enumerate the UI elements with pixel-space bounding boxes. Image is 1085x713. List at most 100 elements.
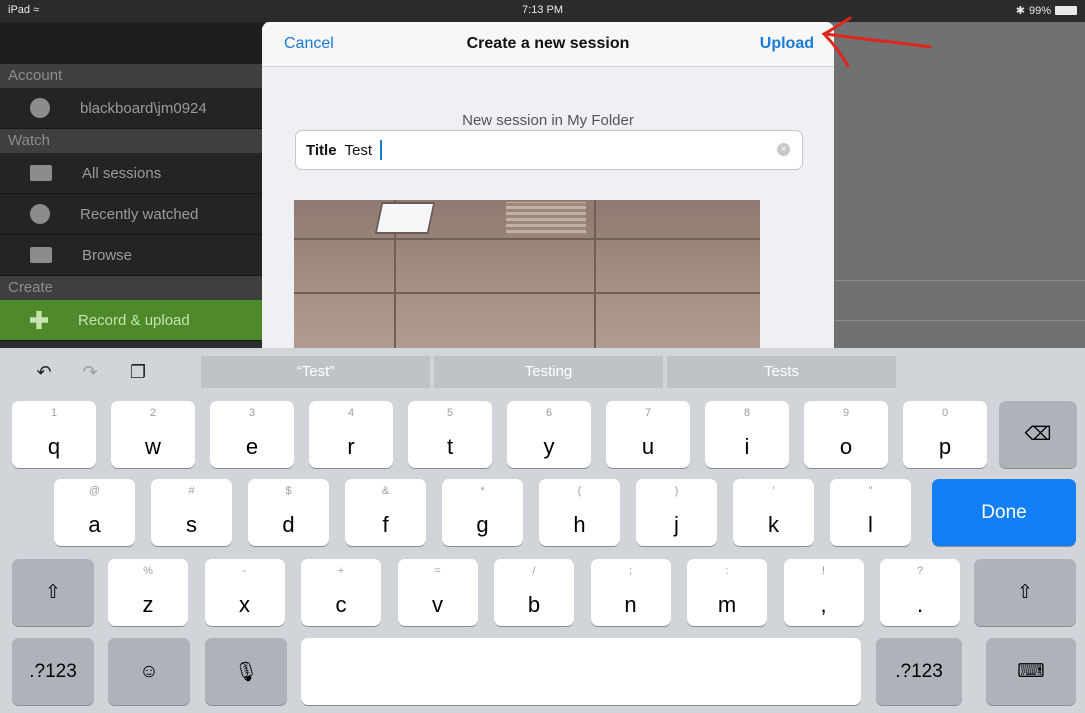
ceiling-vent [506,202,586,236]
key-d[interactable]: $ d [248,479,329,546]
divider [835,320,1085,321]
key-c[interactable]: + c [301,559,381,626]
paste-icon[interactable]: ❐ [128,362,148,382]
key-char: f [382,512,389,537]
sidebar-item-label: Recently watched [80,205,199,223]
key-i[interactable]: 8i [705,401,789,468]
key-char: n [624,592,637,617]
shift-key-right[interactable]: ⇧ [974,559,1076,626]
key-char: w [145,434,161,459]
modal-subtitle: New session in My Folder [462,112,634,129]
key-q[interactable]: 1q [12,401,96,468]
clock-icon [30,204,50,224]
key-a[interactable]: @ a [54,479,135,546]
key-alt-char: ; [628,565,633,577]
user-icon [30,98,50,118]
sidebar-item-account[interactable]: blackboard\jm0924 [0,88,265,129]
suggestion-3[interactable]: Tests [667,356,896,388]
emoji-key[interactable]: ☺ [108,638,190,705]
key-char: k [768,512,779,537]
key-e[interactable]: 3e [210,401,294,468]
battery-icon [1055,6,1077,15]
key-h[interactable]: (h [539,479,620,546]
key-z[interactable]: % z [108,559,188,626]
key-alt-char: 2 [149,407,157,419]
key-char: c [335,592,347,617]
sidebar-item-label: All sessions [82,164,162,182]
done-key[interactable]: Done [932,479,1076,546]
key-alt-char: = [434,565,441,577]
sidebar-header-account: Account [0,64,265,88]
key-alt-char: " [868,485,873,497]
emoji-icon: ☺ [139,660,159,682]
sidebar-item-label: blackboard\jm0924 [80,99,207,117]
key-v[interactable]: = v [397,559,478,626]
upload-button[interactable]: Upload [760,35,814,53]
title-input[interactable] [344,141,381,159]
key-char: m [717,592,737,617]
key-o[interactable]: 9o [804,401,888,468]
backspace-icon: ⌫ [1024,424,1052,445]
key-l[interactable]: " l [830,479,911,546]
numbers-key-right[interactable]: .?123 [876,638,962,705]
key-alt-char: 7 [644,407,652,419]
key-r[interactable]: 4r [309,401,393,468]
key-s[interactable]: # s [151,479,232,546]
key-g[interactable]: * g [442,479,523,546]
clear-icon[interactable]: × [777,143,790,156]
key-alt-char: % [143,565,153,577]
key-char: , [820,592,827,617]
modal-nav-bar: Cancel Create a new session Upload [262,22,834,67]
key-.[interactable]: ?. [880,559,960,626]
numbers-key-label: .?123 [29,660,77,682]
key-x[interactable]: -x [204,559,285,626]
sidebar-header-watch: Watch [0,129,265,153]
annotation-arrow-icon [821,16,932,68]
key-alt-char: # [188,485,195,497]
key-f[interactable]: & f [345,479,426,546]
key-alt-char: / [532,565,536,577]
numbers-key-left[interactable]: .?123 [12,638,94,705]
play-icon [30,165,52,181]
on-screen-keyboard: ↶ ↷ ❐ “Test” Testing Tests 1q2w3e4r5t6y7… [0,348,1085,713]
key-p[interactable]: 0p [903,401,987,468]
key-alt-char: 3 [248,407,256,419]
key-k[interactable]: ' k [733,479,814,546]
key-u[interactable]: 7u [606,401,690,468]
sidebar-header-create: Create [0,276,265,300]
suggestion-1[interactable]: “Test” [201,356,430,388]
key-alt-char: 9 [842,407,850,419]
key-j[interactable]: ) j [636,479,717,546]
delete-key[interactable]: ⌫ [999,401,1077,468]
key-char: h [573,512,586,537]
key-m[interactable]: :m [687,559,767,626]
new-session-modal: Cancel Create a new session Upload New s… [262,22,834,348]
key-alt-char: : [725,565,729,577]
keyboard-dismiss-icon: ⌨ [1017,661,1045,682]
key-char: v [432,592,443,617]
key-alt-char: 1 [50,407,58,419]
key-b[interactable]: / b [494,559,574,626]
key-t[interactable]: 5t [408,401,492,468]
redo-icon[interactable]: ↷ [80,362,100,382]
key-char: p [938,434,952,459]
suggestion-2[interactable]: Testing [434,356,663,388]
sidebar-item-record-upload[interactable]: Record & upload [0,300,265,341]
plus-icon [30,311,48,329]
shift-key-left[interactable]: ⇧ [12,559,94,626]
space-bar[interactable] [301,638,861,705]
key-,[interactable]: !, [783,559,864,626]
key-char: j [674,512,679,537]
sidebar-item-all-sessions[interactable]: All sessions [0,153,265,194]
hide-keyboard-key[interactable]: ⌨ [986,638,1076,705]
sidebar-item-recently-watched[interactable]: Recently watched [0,194,265,235]
sidebar-item-browse[interactable]: Browse [0,235,265,276]
key-alt-char: 6 [545,407,553,419]
key-w[interactable]: 2w [111,401,195,468]
key-y[interactable]: 6y [507,401,591,468]
undo-icon[interactable]: ↶ [34,362,54,382]
key-n[interactable]: ; n [590,559,671,626]
dictation-key[interactable]: 🎙 [205,638,287,705]
title-field[interactable]: Title × [295,130,803,170]
key-char: t [446,434,454,459]
